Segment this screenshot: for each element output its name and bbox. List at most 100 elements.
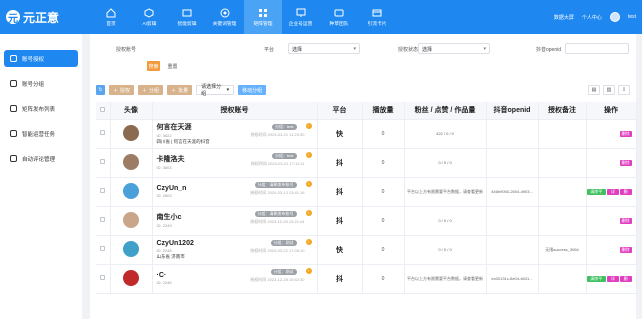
nav-item-5[interactable]: 企业号运营	[282, 0, 320, 34]
reset-button[interactable]: 重置	[166, 61, 179, 71]
username[interactable]: test	[628, 14, 636, 20]
column-header: 头像	[110, 102, 153, 120]
status-select[interactable]: 选择 ▾	[418, 43, 490, 54]
column-header[interactable]	[96, 102, 111, 120]
platform-icon: 抖	[336, 188, 343, 196]
warning-icon: !	[305, 267, 312, 274]
row-action-button[interactable]: 删除	[619, 275, 632, 287]
column-header: 粉丝 / 点赞 / 作品量	[404, 102, 487, 120]
note-cell	[538, 148, 587, 178]
row-action-button[interactable]: 详情	[607, 188, 619, 200]
nav-item-label: AI剪辑	[141, 20, 156, 27]
actions-cell: 删除	[586, 119, 637, 149]
table-toolbar: ↻ ＋授权 ＋分组 ＋批量 请选择分组 ▾ 移动分组	[96, 84, 267, 97]
move-group-button[interactable]: 移动分组	[238, 85, 267, 95]
table-body: 何言在天涯 ID: 3622 四川省 | 何言在天涯的抖音 分组：test 授权…	[96, 119, 637, 294]
card-icon	[372, 9, 382, 16]
row-checkbox[interactable]	[100, 246, 106, 251]
row-checkbox[interactable]	[100, 217, 106, 222]
profile-link[interactable]: 个人中心	[582, 14, 602, 21]
nav-item-label: 企业号运营	[289, 20, 313, 27]
openid-filter-label: 抖音openid	[536, 47, 562, 53]
row-checkbox[interactable]	[100, 159, 106, 164]
row-checkbox-cell	[96, 148, 111, 178]
nav-item-1[interactable]: AI剪辑	[130, 0, 168, 34]
sidebar-item-0[interactable]: 账号授权	[4, 50, 78, 67]
sidebar-item-2[interactable]: 矩阵发布列表	[4, 100, 78, 117]
user-avatar[interactable]	[609, 12, 620, 22]
stats-cell: 0 / 0 / 0	[404, 148, 487, 178]
plus-icon: ＋	[113, 87, 119, 94]
authorize-button-label: 授权	[120, 87, 131, 94]
group-tag: 分组：测试	[270, 268, 297, 275]
plays-cell: 0	[362, 264, 405, 294]
row-checkbox-cell	[96, 235, 111, 265]
stats-cell: 0 / 0 / 0	[404, 206, 487, 236]
batch-button-label: 批量	[178, 87, 189, 94]
search-button[interactable]: 搜索	[147, 61, 160, 71]
export-icon[interactable]: ⇩	[618, 85, 630, 95]
row-checkbox[interactable]	[100, 130, 106, 135]
warning-icon: !	[305, 122, 312, 129]
sidebar-item-4[interactable]: 自动评论管理	[4, 150, 78, 167]
group-button[interactable]: ＋分组	[138, 85, 164, 95]
row-action-button[interactable]: 删除	[619, 217, 632, 224]
sidebar-item-1[interactable]: 账号分组	[4, 75, 78, 92]
nav-item-7[interactable]: 引流卡片	[358, 0, 396, 34]
nav-item-label: 智能剪辑	[177, 20, 197, 27]
print-icon[interactable]: ▤	[588, 85, 600, 95]
table-view-controls: ▤ ▥ ⇩	[588, 85, 630, 95]
group-select-value: 请选择分组	[201, 84, 222, 97]
app-logo[interactable]: 元 元正意	[6, 8, 59, 26]
plus-icon: ＋	[171, 87, 177, 94]
row-action-button[interactable]: 清除平台	[586, 275, 606, 287]
platform-select[interactable]: 选择 ▾	[288, 43, 360, 54]
row-action-button[interactable]: 删除	[619, 188, 632, 200]
openid-input[interactable]	[565, 43, 629, 54]
nav-item-0[interactable]: 首页	[92, 0, 130, 34]
target-icon	[220, 8, 230, 17]
nav-item-label: 种草团队	[329, 20, 349, 27]
nav-item-2[interactable]: 智能剪辑	[168, 0, 206, 34]
row-action-button[interactable]: 删除	[619, 246, 632, 253]
table-row: CzyUn_n ID: 2603 分组：清朝发布账号 授权时间 2024-03-…	[96, 177, 637, 207]
auth-date: 授权时间 2024-03-21 11:23:30	[250, 131, 305, 137]
stats-text: 0 / 0 / 0	[438, 218, 452, 223]
avatar-cell	[110, 264, 153, 294]
group-tag: 分组：test	[272, 123, 297, 130]
row-checkbox[interactable]	[100, 275, 106, 280]
menu-icon	[10, 130, 17, 137]
stats-cell: 422 / 0 / 0	[404, 119, 487, 149]
batch-button[interactable]: ＋批量	[167, 85, 193, 95]
row-checkbox[interactable]	[100, 188, 106, 193]
platform-cell: 抖	[317, 148, 363, 178]
actions-cell: 删除	[586, 148, 637, 178]
nav-item-6[interactable]: 种草团队	[320, 0, 358, 34]
row-checkbox-cell	[96, 264, 111, 294]
table-row: 何言在天涯 ID: 3622 四川省 | 何言在天涯的抖音 分组：test 授权…	[96, 119, 637, 149]
group-select[interactable]: 请选择分组 ▾	[196, 84, 235, 97]
sidebar-item-3[interactable]: 智能运营任务	[4, 125, 78, 142]
avatar-cell	[110, 177, 153, 207]
select-all-checkbox[interactable]	[100, 106, 106, 112]
nav-item-4[interactable]: 矩阵管理	[244, 0, 282, 34]
nav-item-label: 引流卡片	[367, 20, 387, 27]
platform-filter-label: 平台	[264, 47, 275, 53]
columns-icon[interactable]: ▥	[603, 85, 615, 95]
row-action-button[interactable]: 删除	[619, 130, 632, 137]
authorize-button[interactable]: ＋授权	[109, 85, 135, 95]
row-action-button[interactable]: 清除平台	[586, 188, 606, 200]
menu-icon	[10, 55, 17, 62]
row-action-button[interactable]: 详情	[607, 275, 619, 287]
table-row: 南生小c ID: 2249 分组：清朝发布账号 授权时间 2023-12-29 …	[96, 206, 637, 236]
account-cell: CzyUn1202 ID: 2248 山东省 济南市 分组：测试 授权时间 20…	[152, 235, 318, 265]
row-action-button[interactable]: 删除	[619, 159, 632, 166]
dashboard-link[interactable]: 数据大屏	[554, 14, 574, 21]
note-cell: 无限success_3064	[538, 235, 587, 265]
account-filter-label: 授权账号	[116, 47, 137, 53]
refresh-button[interactable]: ↻	[96, 85, 105, 95]
nav-item-3[interactable]: 关键词管理	[206, 0, 244, 34]
row-checkbox-cell	[96, 177, 111, 207]
openid-text: ec00131c-8e04-4631...	[491, 276, 533, 281]
sidebar: 账号授权账号分组矩阵发布列表 智能运营任务 自动评论管理	[0, 34, 82, 319]
